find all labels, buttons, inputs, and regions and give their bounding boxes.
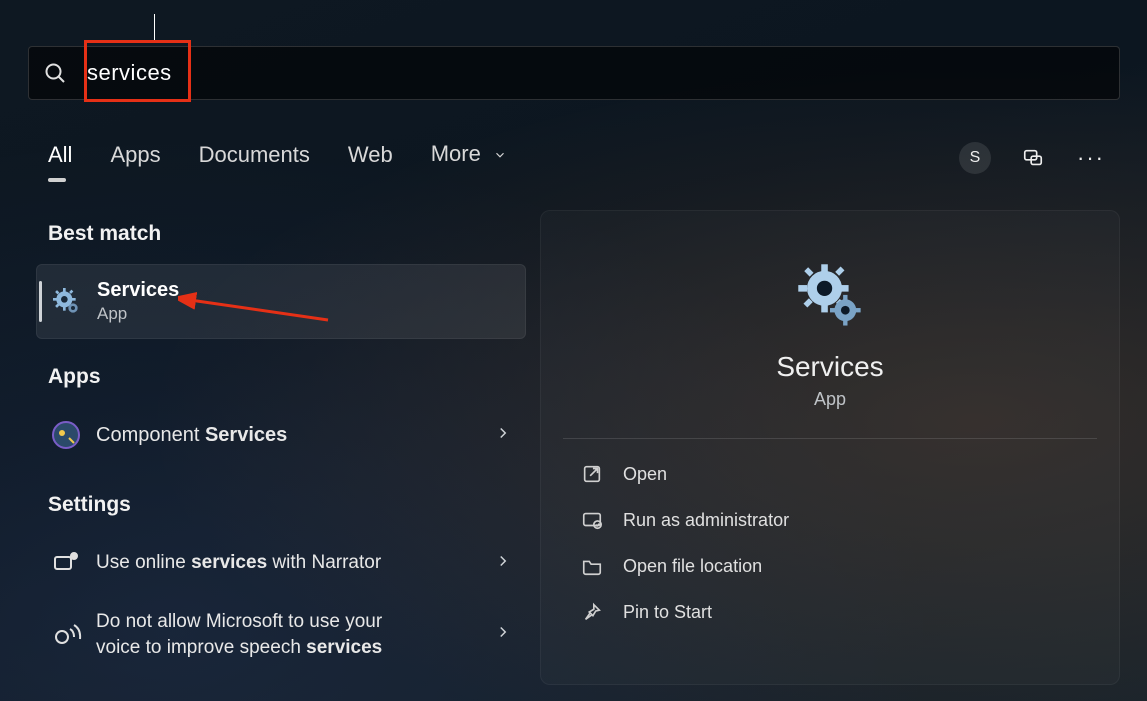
component-services-icon bbox=[50, 419, 82, 451]
services-gear-icon bbox=[795, 261, 865, 331]
admin-icon bbox=[581, 509, 603, 531]
chevron-right-icon[interactable] bbox=[494, 552, 512, 575]
tab-apps[interactable]: Apps bbox=[110, 142, 160, 168]
result-label: Do not allow Microsoft to use your voice… bbox=[96, 609, 382, 660]
search-icon bbox=[43, 61, 67, 85]
result-narrator-services[interactable]: Use online services with Narrator bbox=[36, 535, 526, 591]
tab-web[interactable]: Web bbox=[348, 142, 393, 168]
action-open-location[interactable]: Open file location bbox=[541, 543, 1119, 589]
chat-icon[interactable] bbox=[1017, 142, 1049, 174]
chevron-down-icon bbox=[493, 142, 507, 168]
action-pin-start[interactable]: Pin to Start bbox=[541, 589, 1119, 635]
folder-icon bbox=[581, 555, 603, 577]
section-apps: Apps bbox=[48, 365, 526, 389]
search-bar[interactable] bbox=[28, 46, 1120, 100]
chevron-right-icon[interactable] bbox=[494, 623, 512, 646]
action-label: Open bbox=[623, 464, 667, 485]
text-caret bbox=[154, 14, 155, 40]
tab-more[interactable]: More bbox=[431, 141, 507, 168]
result-speech-services[interactable]: Do not allow Microsoft to use your voice… bbox=[36, 597, 526, 672]
gear-icon bbox=[51, 286, 83, 318]
details-subtitle: App bbox=[541, 389, 1119, 410]
action-run-admin[interactable]: Run as administrator bbox=[541, 497, 1119, 543]
user-avatar[interactable]: S bbox=[959, 142, 991, 174]
best-match-title: Services bbox=[97, 279, 179, 302]
section-settings: Settings bbox=[48, 493, 526, 517]
annotation-arrow bbox=[178, 290, 338, 330]
tab-documents[interactable]: Documents bbox=[199, 142, 310, 168]
action-label: Open file location bbox=[623, 556, 762, 577]
action-label: Run as administrator bbox=[623, 510, 789, 531]
filter-tabs: All Apps Documents Web More bbox=[48, 141, 507, 168]
result-label: Use online services with Narrator bbox=[96, 550, 381, 576]
chevron-right-icon[interactable] bbox=[494, 424, 512, 447]
speech-icon bbox=[50, 619, 82, 651]
tab-all[interactable]: All bbox=[48, 142, 72, 168]
annotation-highlight-box bbox=[84, 40, 191, 102]
narrator-icon bbox=[50, 547, 82, 579]
action-open[interactable]: Open bbox=[541, 451, 1119, 497]
details-title: Services bbox=[541, 351, 1119, 383]
more-options-icon[interactable]: ··· bbox=[1075, 142, 1107, 174]
tab-more-label: More bbox=[431, 141, 481, 166]
tab-all-underline bbox=[48, 178, 66, 182]
search-input[interactable] bbox=[87, 60, 1119, 86]
section-best-match: Best match bbox=[48, 222, 526, 246]
divider bbox=[563, 438, 1097, 439]
result-label: Component Services bbox=[96, 424, 287, 447]
details-pane: Services App Open Run as administrator O… bbox=[540, 210, 1120, 685]
pin-icon bbox=[581, 601, 603, 623]
action-label: Pin to Start bbox=[623, 602, 712, 623]
best-match-subtitle: App bbox=[97, 304, 179, 324]
result-component-services[interactable]: Component Services bbox=[36, 407, 526, 463]
open-icon bbox=[581, 463, 603, 485]
